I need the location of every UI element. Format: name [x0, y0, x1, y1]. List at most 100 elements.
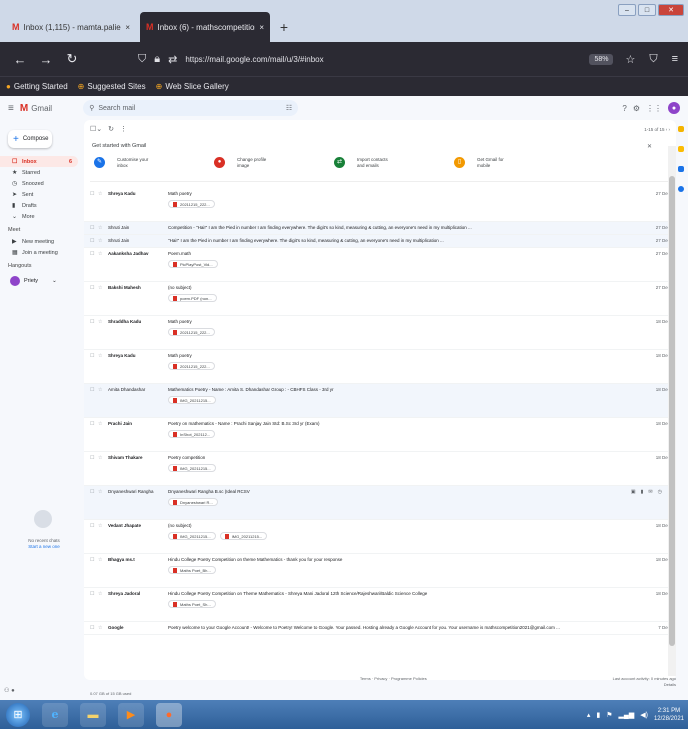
email-row[interactable]: ☐ ☆ Google Poetry welcome to your Google Ac… [84, 622, 676, 635]
apps-grid-icon[interactable]: ⋮⋮ [646, 104, 662, 113]
star-icon[interactable]: ☆ [98, 523, 108, 529]
search-icon[interactable]: ⚲ [89, 104, 94, 112]
row-checkbox[interactable]: ☐ [90, 489, 98, 495]
new-tab-button[interactable]: + [274, 12, 294, 42]
attachment-chip[interactable]: Maths Poet_Bh... [168, 566, 216, 574]
get-started-item[interactable]: ⇄ Import contacts and emails [334, 157, 454, 168]
select-all-checkbox[interactable]: ☐⌄ [90, 125, 102, 133]
gmail-logo-icon[interactable]: M [20, 103, 28, 114]
get-started-item[interactable]: ● Change profile image [214, 157, 334, 168]
row-checkbox[interactable]: ☐ [90, 591, 98, 597]
person-icon[interactable]: ⚇ [4, 688, 9, 694]
row-checkbox[interactable]: ☐ [90, 421, 98, 427]
star-icon[interactable]: ☆ [98, 557, 108, 563]
email-row[interactable]: ☐ ☆ Vedant Jhapate (no subject) IMG_20211215… [84, 520, 676, 554]
row-checkbox[interactable]: ☐ [90, 238, 98, 244]
sidebar-item-more[interactable]: ⌄ More [0, 211, 84, 222]
email-row[interactable]: ☐ ☆ Shruti Jain Competition - "Hai!" I am t… [84, 222, 676, 235]
attachment-chip[interactable]: IMG_20211215... [168, 532, 216, 540]
tasks-icon[interactable] [678, 166, 684, 172]
bookmark-suggested-sites[interactable]: ⊕ Suggested Sites [78, 82, 146, 91]
keep-icon[interactable] [678, 146, 684, 152]
reload-icon[interactable]: ↻ [62, 51, 82, 67]
email-row[interactable]: ☐ ☆ Bakshi Mahesh (no subject) poem.PDF (non… [84, 282, 676, 316]
pocket-icon[interactable]: ⛉ [649, 53, 657, 66]
permissions-icon[interactable]: ⇄ [168, 53, 177, 66]
row-checkbox[interactable]: ☐ [90, 191, 98, 197]
flag-icon[interactable]: ⚑ [606, 711, 612, 719]
email-row[interactable]: ☐ ☆ Bhagya ms.t Hindu College Poetry Compet… [84, 554, 676, 588]
email-row[interactable]: ☐ ☆ Shivam Thakare Poetry competition IMG_20… [84, 452, 676, 486]
more-options-icon[interactable]: ⋮ [120, 125, 127, 133]
minimize-icon[interactable]: – [618, 4, 636, 16]
row-checkbox[interactable]: ☐ [90, 523, 98, 529]
email-row[interactable]: ☐ ☆ Prachi Jain Poetry on mathematics - Nam… [84, 418, 676, 452]
sidebar-item-sent[interactable]: ➤ Sent [0, 189, 84, 200]
mark-read-icon[interactable]: ✉ [648, 489, 652, 495]
back-icon[interactable]: ← [10, 52, 30, 67]
next-page-icon[interactable]: › [669, 127, 671, 132]
bookmark-getting-started[interactable]: ● Getting Started [6, 82, 68, 91]
shield-icon[interactable]: ⛉ [138, 53, 146, 66]
email-row[interactable]: ☐ ☆ Shreya Kadu Math poetry 20211215_222... 2… [84, 188, 676, 222]
star-icon[interactable]: ☆ [98, 455, 108, 461]
sidebar-item-inbox[interactable]: ☐ Inbox 6 [0, 156, 78, 167]
snooze-icon[interactable]: ◷ [658, 489, 662, 495]
lock-icon[interactable]: 🔒︎ [154, 53, 160, 66]
row-checkbox[interactable]: ☐ [90, 319, 98, 325]
hangouts-user[interactable]: Priety ⌄ [0, 276, 84, 286]
star-icon[interactable]: ☆ [98, 191, 108, 197]
main-menu-icon[interactable]: ≡ [8, 103, 14, 114]
search-options-icon[interactable]: ☷ [286, 104, 292, 112]
star-icon[interactable]: ☆ [98, 285, 108, 291]
email-row[interactable]: ☐ ☆ Dnyaneshwari Rangha Dnyaneshwari Rangha… [84, 486, 676, 520]
meet-item[interactable]: ▶ New meeting [0, 236, 84, 247]
delete-icon[interactable]: ▮ [641, 489, 644, 495]
details-link[interactable]: Details [664, 682, 676, 687]
email-row[interactable]: ☐ ☆ Shreya Jadoral Hindu College Poetry Com… [84, 588, 676, 622]
close-window-icon[interactable]: ✕ [658, 4, 684, 16]
firefox-icon[interactable]: ● [156, 702, 182, 727]
attachment-chip[interactable]: IMG_20211215... [168, 464, 216, 472]
row-checkbox[interactable]: ☐ [90, 557, 98, 563]
attachment-chip[interactable]: Maths Poet_Sh... [168, 600, 216, 608]
sidebar-item-snoozed[interactable]: ◷ Snoozed [0, 178, 84, 189]
email-row[interactable]: ☐ ☆ Aakanksha Jadhav Poem.math PicPlayPost_V… [84, 248, 676, 282]
sidebar-item-starred[interactable]: ★ Starred [0, 167, 84, 178]
attachment-chip[interactable]: InShot_202112... [168, 430, 216, 438]
star-icon[interactable]: ☆ [98, 387, 108, 393]
email-row[interactable]: ☐ ☆ Shraddha Kadu Math poetry 20211215_222..… [84, 316, 676, 350]
star-icon[interactable]: ☆ [98, 251, 108, 257]
attachment-chip[interactable]: IMG_20211215... [219, 532, 268, 540]
forward-icon[interactable]: → [36, 52, 56, 67]
close-tab-icon[interactable]: × [125, 23, 130, 32]
attachment-chip[interactable]: 20211215_222... [168, 200, 215, 208]
row-checkbox[interactable]: ☐ [90, 625, 98, 631]
close-icon[interactable]: ✕ [647, 143, 652, 150]
menu-icon[interactable]: ≡ [672, 53, 678, 66]
row-checkbox[interactable]: ☐ [90, 251, 98, 257]
gmail-logo-text[interactable]: Gmail [31, 104, 83, 113]
star-icon[interactable]: ☆ [98, 489, 108, 495]
bookmark-web-slice-gallery[interactable]: ⊕ Web Slice Gallery [156, 82, 229, 91]
start-button[interactable]: ⊞ [6, 702, 30, 727]
star-icon[interactable]: ☆ [98, 421, 108, 427]
zoom-level[interactable]: 58% [589, 53, 614, 65]
attachment-chip[interactable]: 20211215_222... [168, 362, 215, 370]
attachment-chip[interactable]: Dnyaneshwari R... [168, 498, 218, 506]
email-row[interactable]: ☐ ☆ Amita Dhandashar Mathematics Poetry - N… [84, 384, 676, 418]
compose-button[interactable]: + Compose [8, 130, 52, 148]
star-icon[interactable]: ☆ [98, 319, 108, 325]
attachment-chip[interactable]: 20211215_222... [168, 328, 215, 336]
file-explorer-icon[interactable]: ▬ [80, 702, 106, 727]
maximize-icon[interactable]: □ [638, 4, 656, 16]
row-checkbox[interactable]: ☐ [90, 285, 98, 291]
meet-item[interactable]: ▦ Join a meeting [0, 247, 84, 258]
refresh-icon[interactable]: ↻ [108, 125, 114, 133]
support-icon[interactable]: ? [622, 104, 626, 113]
internet-explorer-icon[interactable]: e [42, 702, 68, 727]
attachment-chip[interactable]: poem.PDF (non... [168, 294, 217, 302]
tab-inbox-primary[interactable]: M Inbox (1,115) - mamta.paliespa... × [6, 12, 136, 42]
row-checkbox[interactable]: ☐ [90, 455, 98, 461]
row-checkbox[interactable]: ☐ [90, 387, 98, 393]
